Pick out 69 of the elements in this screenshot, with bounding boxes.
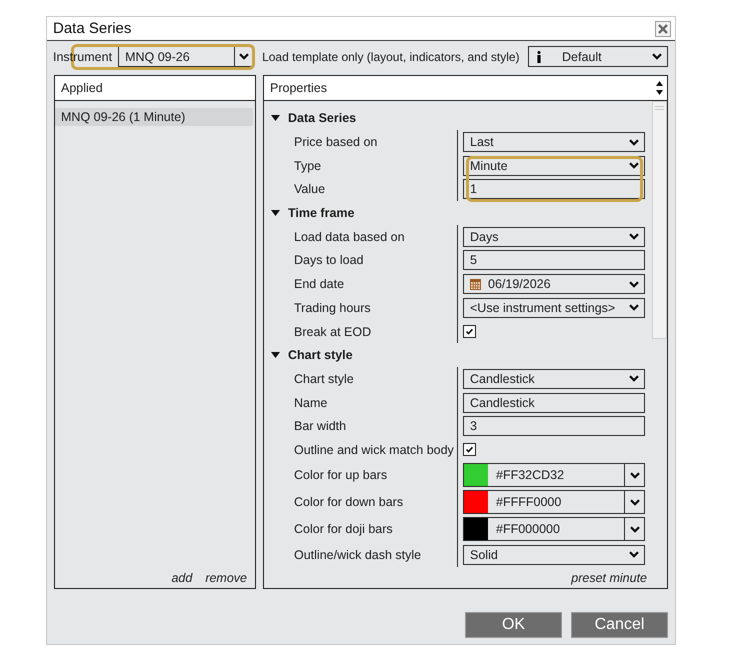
- info-icon: [537, 50, 541, 62]
- text-field[interactable]: 5: [463, 250, 645, 270]
- color-picker[interactable]: #FFFF0000: [463, 490, 645, 514]
- dropdown-field[interactable]: Minute: [463, 156, 645, 176]
- property-label: Break at EOD: [294, 324, 372, 339]
- window-title: Data Series: [53, 20, 132, 37]
- close-icon: [658, 24, 668, 34]
- property-label: Color for down bars: [294, 495, 404, 510]
- chevron-down-icon: [629, 280, 639, 288]
- chevron-down-icon: [629, 375, 639, 382]
- color-picker[interactable]: #FF000000: [463, 517, 645, 542]
- property-label: Chart style: [294, 372, 354, 386]
- text-field[interactable]: Candlestick: [463, 392, 645, 413]
- panel-title: Properties: [270, 81, 328, 95]
- chevron-down-icon: [629, 551, 639, 558]
- property-label: Color for up bars: [294, 468, 388, 482]
- panel-title: Applied: [61, 81, 104, 95]
- chevron-down-icon: [629, 162, 639, 170]
- color-picker[interactable]: #FF32CD32: [463, 463, 645, 488]
- property-label: Bar width: [294, 419, 346, 434]
- text-field[interactable]: 3: [463, 416, 645, 436]
- chevron-down-icon: [630, 498, 640, 506]
- dropdown-field[interactable]: Days: [463, 226, 645, 247]
- chevron-down-icon: [630, 472, 640, 479]
- chevron-down-icon: [629, 233, 639, 240]
- checkbox[interactable]: [463, 325, 476, 338]
- dropdown-field[interactable]: <Use instrument settings>: [463, 298, 645, 318]
- property-label: Outline and wick match body: [294, 442, 454, 457]
- chevron-down-icon: [629, 138, 639, 146]
- chevron-down-icon: [238, 53, 249, 60]
- close-button[interactable]: [655, 20, 671, 36]
- action-link[interactable]: remove: [205, 570, 247, 584]
- property-label: Price based on: [294, 135, 378, 150]
- up-arrow-icon[interactable]: [656, 81, 663, 86]
- category-title: Chart style: [288, 348, 353, 362]
- cancel-button[interactable]: Cancel: [571, 612, 668, 638]
- property-label: Color for doji bars: [294, 522, 393, 536]
- down-arrow-icon[interactable]: [656, 90, 663, 95]
- dropdown-field[interactable]: Last: [463, 132, 645, 152]
- checkbox[interactable]: [463, 443, 476, 456]
- caret-down-icon[interactable]: [271, 115, 280, 122]
- property-label: Days to load: [294, 253, 364, 268]
- chevron-down-icon: [630, 526, 640, 533]
- chevron-down-icon: [629, 304, 639, 312]
- caret-down-icon[interactable]: [271, 210, 280, 216]
- date-field[interactable]: 06/19/2026: [463, 274, 645, 294]
- category-title: Data Series: [288, 111, 356, 126]
- scrollbar-thumb[interactable]: [652, 101, 667, 339]
- property-label: Type: [294, 158, 322, 173]
- property-label: End date: [294, 277, 344, 292]
- calendar-icon: [470, 278, 481, 290]
- action-link[interactable]: preset minute: [571, 570, 647, 584]
- dropdown-field[interactable]: Candlestick: [463, 368, 645, 389]
- instrument-dropdown[interactable]: MNQ 09-26: [118, 46, 254, 67]
- dropdown-field[interactable]: Solid: [463, 544, 645, 565]
- property-label: Load data based on: [294, 230, 405, 244]
- property-label: Outline/wick dash style: [294, 548, 422, 562]
- template-label: Load template only (layout, indicators, and style): [262, 50, 520, 64]
- category-title: Time frame: [288, 206, 354, 220]
- list-item[interactable]: MNQ 09-26 (1 Minute): [55, 108, 253, 126]
- caret-down-icon[interactable]: [271, 352, 280, 358]
- text-field[interactable]: 1: [463, 179, 645, 200]
- action-link[interactable]: add: [171, 570, 192, 584]
- property-label: Value: [294, 182, 326, 196]
- property-label: Name: [294, 396, 328, 410]
- property-label: Trading hours: [294, 300, 371, 315]
- chevron-down-icon: [652, 53, 662, 60]
- template-dropdown[interactable]: Default: [528, 46, 668, 67]
- ok-button[interactable]: OK: [465, 612, 562, 638]
